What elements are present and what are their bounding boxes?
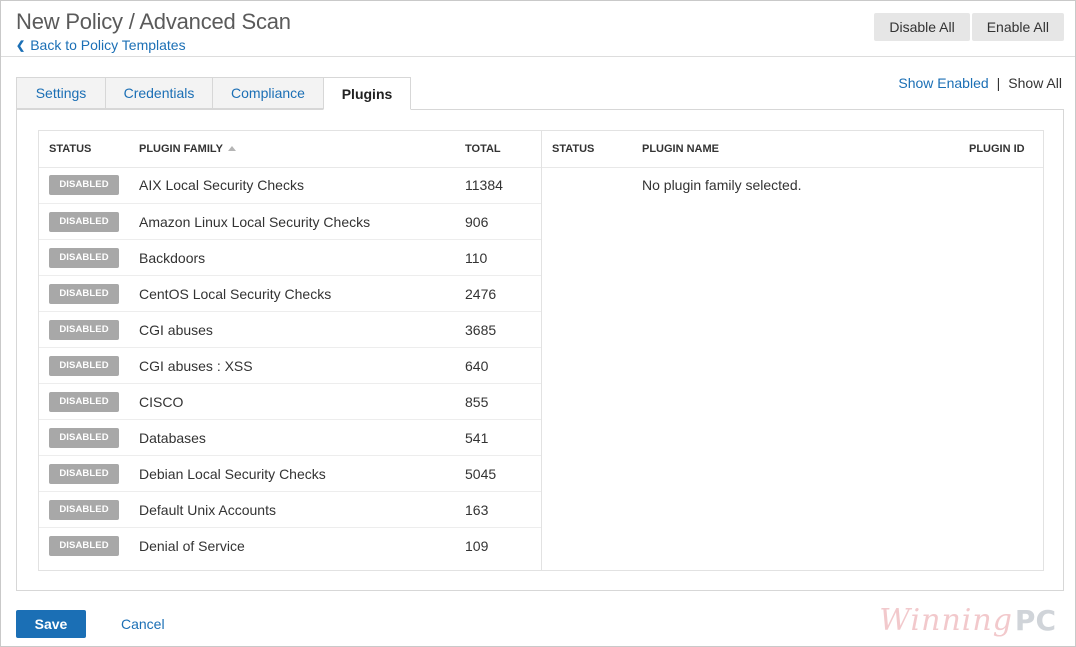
status-badge[interactable]: DISABLED — [49, 536, 119, 556]
plugins-panel: STATUS PLUGIN FAMILY TOTAL DISABLED AIX L… — [16, 109, 1064, 591]
table-row[interactable]: DISABLED CGI abuses 3685 — [39, 311, 541, 347]
column-header-total: TOTAL — [465, 143, 501, 155]
plugin-family-total: 906 — [465, 214, 489, 230]
plugin-family-total: 110 — [465, 250, 488, 266]
plugin-family-name: Denial of Service — [139, 538, 245, 554]
plugin-family-name: Amazon Linux Local Security Checks — [139, 214, 371, 230]
table-row[interactable]: DISABLED AIX Local Security Checks 11384 — [39, 167, 541, 203]
show-all-link[interactable]: Show All — [1008, 75, 1062, 91]
plugin-filter: Show Enabled | Show All — [898, 75, 1062, 91]
status-badge[interactable]: DISABLED — [49, 320, 119, 340]
column-header-plugin-name: PLUGIN NAME — [642, 143, 719, 155]
status-badge[interactable]: DISABLED — [49, 248, 119, 268]
policy-tabs: Settings Credentials Compliance Plugins — [16, 77, 411, 110]
table-row[interactable]: DISABLED Amazon Linux Local Security Chec… — [39, 203, 541, 239]
tab-settings[interactable]: Settings — [16, 77, 105, 109]
table-row[interactable]: DISABLED CISCO 855 — [39, 383, 541, 419]
status-badge[interactable]: DISABLED — [49, 212, 119, 232]
header-actions: Disable All Enable All — [874, 13, 1064, 41]
table-row[interactable]: DISABLED Databases 541 — [39, 419, 541, 455]
cancel-link[interactable]: Cancel — [121, 616, 165, 632]
plugin-family-total: 640 — [465, 358, 489, 374]
plugin-details-table: STATUS PLUGIN NAME PLUGIN ID No plugin f… — [541, 130, 1044, 571]
chevron-left-icon: ❮ — [16, 39, 26, 52]
column-header-status: STATUS — [49, 143, 92, 155]
plugin-family-name: CentOS Local Security Checks — [139, 286, 332, 302]
enable-all-button[interactable]: Enable All — [971, 13, 1064, 41]
plugin-family-name: Databases — [139, 430, 206, 446]
plugin-family-name: Backdoors — [139, 250, 206, 266]
filter-separator: | — [996, 75, 1001, 91]
column-header-plugin-family[interactable]: PLUGIN FAMILY — [139, 131, 236, 167]
table-row[interactable]: DISABLED Denial of Service 109 — [39, 527, 541, 563]
tab-compliance[interactable]: Compliance — [212, 77, 323, 109]
table-row[interactable]: DISABLED CentOS Local Security Checks 2476 — [39, 275, 541, 311]
plugin-family-total: 3685 — [465, 322, 497, 338]
column-header-plugin-family-label: PLUGIN FAMILY — [139, 143, 223, 155]
plugin-family-total: 11384 — [465, 177, 503, 193]
plugin-family-name: AIX Local Security Checks — [139, 177, 304, 193]
plugin-family-name: Default Unix Accounts — [139, 502, 276, 518]
table-row[interactable]: DISABLED Default Unix Accounts 163 — [39, 491, 541, 527]
page-title: New Policy / Advanced Scan — [16, 9, 291, 34]
header-divider — [1, 56, 1075, 57]
status-badge[interactable]: DISABLED — [49, 356, 119, 376]
plugin-family-total: 855 — [465, 394, 489, 410]
empty-state-message: No plugin family selected. — [642, 177, 802, 193]
sort-ascending-icon — [227, 146, 236, 151]
table-row[interactable]: DISABLED Debian Local Security Checks 5045 — [39, 455, 541, 491]
plugin-family-total: 5045 — [465, 466, 497, 482]
plugin-family-name: Debian Local Security Checks — [139, 466, 326, 482]
plugin-family-name: CGI abuses — [139, 322, 213, 338]
plugin-family-total: 163 — [465, 502, 489, 518]
back-link-label: Back to Policy Templates — [30, 37, 186, 53]
plugin-family-name: CISCO — [139, 394, 184, 410]
status-badge[interactable]: DISABLED — [49, 175, 119, 195]
plugin-family-total: 541 — [465, 430, 489, 446]
column-header-plugin-id: PLUGIN ID — [969, 143, 1025, 155]
table-row[interactable]: DISABLED Backdoors 110 — [39, 239, 541, 275]
plugin-families-table: STATUS PLUGIN FAMILY TOTAL DISABLED AIX L… — [38, 130, 541, 571]
show-enabled-link[interactable]: Show Enabled — [898, 75, 988, 91]
plugin-family-rows: DISABLED AIX Local Security Checks 11384 DI… — [39, 167, 541, 563]
table-row[interactable]: DISABLED CGI abuses : XSS 640 — [39, 347, 541, 383]
save-button[interactable]: Save — [16, 610, 86, 638]
disable-all-button[interactable]: Disable All — [874, 13, 970, 41]
column-header-plugin-status: STATUS — [552, 143, 595, 155]
plugin-family-total: 109 — [465, 538, 489, 554]
tab-plugins[interactable]: Plugins — [323, 77, 411, 110]
back-to-templates-link[interactable]: ❮ Back to Policy Templates — [16, 37, 186, 53]
plugin-family-total: 2476 — [465, 286, 497, 302]
status-badge[interactable]: DISABLED — [49, 392, 119, 412]
status-badge[interactable]: DISABLED — [49, 428, 119, 448]
plugin-family-name: CGI abuses : XSS — [139, 358, 253, 374]
status-badge[interactable]: DISABLED — [49, 464, 119, 484]
status-badge[interactable]: DISABLED — [49, 500, 119, 520]
status-badge[interactable]: DISABLED — [49, 284, 119, 304]
tab-credentials[interactable]: Credentials — [105, 77, 212, 109]
